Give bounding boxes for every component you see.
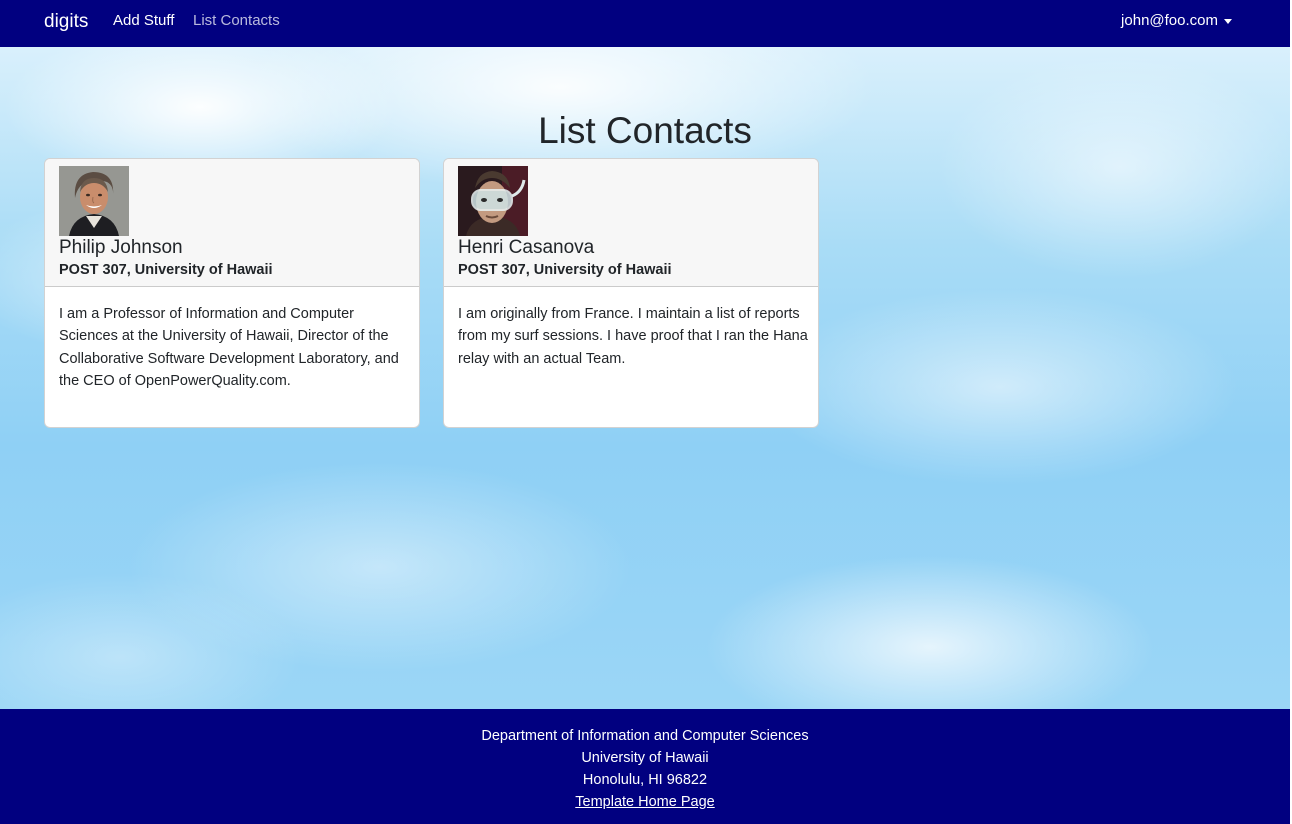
page-title: List Contacts (538, 110, 752, 151)
template-home-link[interactable]: Template Home Page (575, 794, 714, 810)
contact-description: I am originally from France. I maintain … (458, 306, 808, 367)
contact-card: Henri Casanova POST 307, University of H… (443, 158, 819, 428)
footer-department: Department of Information and Computer S… (481, 728, 809, 744)
contact-address: POST 307, University of Hawaii (458, 262, 672, 278)
avatar (458, 166, 528, 236)
card-header: Henri Casanova POST 307, University of H… (444, 159, 818, 287)
footer-university: University of Hawaii (581, 750, 709, 766)
navbar: digits Add Stuff List Contacts john@foo.… (0, 0, 1290, 47)
contact-name: Philip Johnson (59, 237, 183, 258)
contact-name: Henri Casanova (458, 237, 595, 258)
footer-location: Honolulu, HI 96822 (582, 772, 708, 788)
user-dropdown[interactable]: john@foo.com (1121, 12, 1232, 30)
avatar (59, 166, 129, 236)
contact-description: I am a Professor of Information and Comp… (59, 306, 399, 390)
contact-address: POST 307, University of Hawaii (59, 262, 273, 278)
footer: Department of Information and Computer S… (0, 709, 1290, 824)
brand-link[interactable]: digits (44, 11, 88, 33)
person-photo-icon (59, 166, 129, 236)
caret-down-icon (1224, 19, 1232, 24)
card-header: Philip Johnson POST 307, University of H… (45, 159, 419, 287)
nav-add-stuff[interactable]: Add Stuff (113, 12, 174, 30)
user-email: john@foo.com (1121, 12, 1218, 29)
contact-card: Philip Johnson POST 307, University of H… (44, 158, 420, 428)
nav-list-contacts[interactable]: List Contacts (193, 12, 280, 30)
person-photo-goggles-icon (458, 166, 528, 236)
footer-link-row: Template Home Page (0, 793, 1290, 811)
